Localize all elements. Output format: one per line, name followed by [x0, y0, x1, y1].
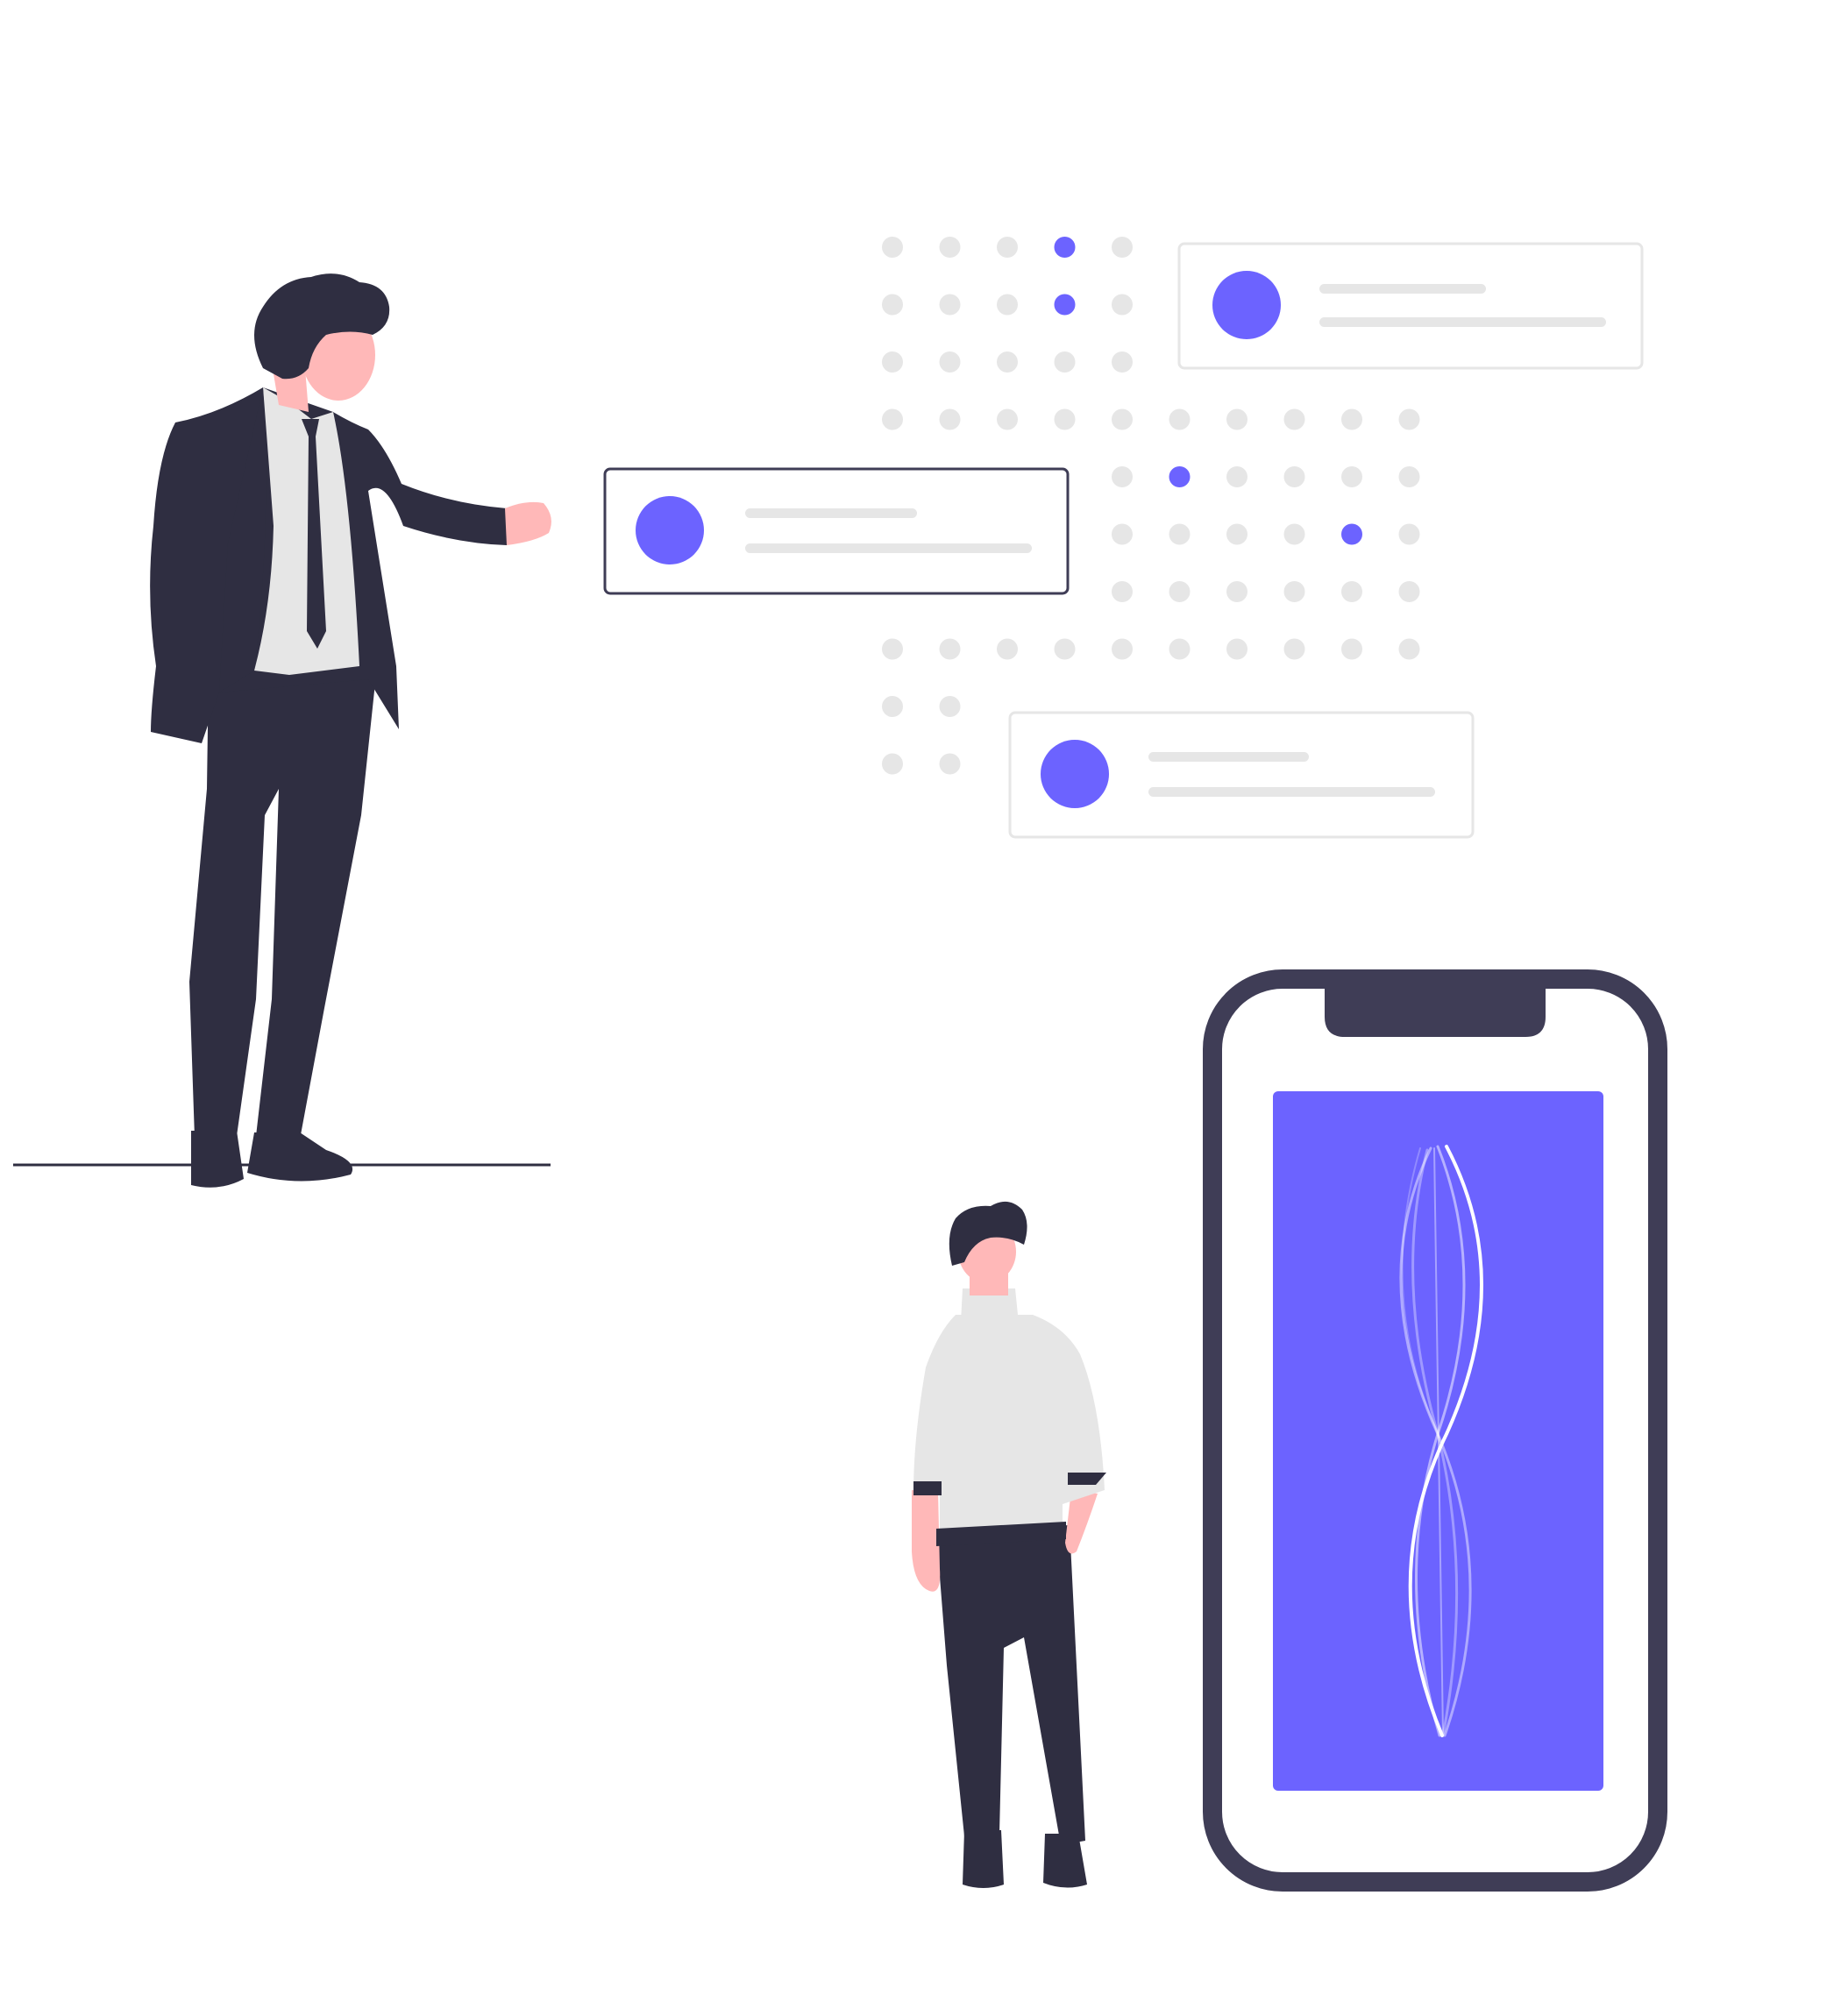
dot-accent: [1054, 294, 1076, 316]
dot: [939, 294, 961, 316]
smartphone-icon: [1203, 969, 1667, 1892]
man-cuff-left: [913, 1481, 942, 1495]
card-line-long: [1148, 787, 1435, 797]
dot-accent: [1169, 466, 1191, 487]
dot: [1283, 581, 1305, 602]
dot: [1054, 408, 1076, 430]
dot: [1112, 408, 1133, 430]
dot: [1398, 466, 1420, 487]
dot: [1112, 581, 1133, 602]
dot: [939, 638, 961, 660]
businessman-figure: [150, 273, 551, 1188]
dot: [1398, 408, 1420, 430]
dot: [882, 408, 903, 430]
dot: [882, 696, 903, 717]
card-avatar: [1041, 740, 1109, 808]
dot: [939, 237, 961, 258]
dot: [882, 351, 903, 373]
card-line-long: [745, 543, 1032, 553]
phone-notch: [1325, 989, 1546, 1037]
dot: [1226, 581, 1247, 602]
dot: [1226, 638, 1247, 660]
dot: [882, 753, 903, 775]
businessman-legs: [189, 666, 377, 1139]
card-line-short: [745, 508, 917, 518]
dot: [1283, 523, 1305, 545]
dot: [1112, 237, 1133, 258]
dot: [1398, 638, 1420, 660]
illustration: [13, 237, 1667, 1892]
card-top-right[interactable]: [1177, 242, 1644, 370]
dot: [939, 753, 961, 775]
dot: [1054, 351, 1076, 373]
dot: [1054, 638, 1076, 660]
dot: [1112, 466, 1133, 487]
dot: [1169, 408, 1191, 430]
dot: [1341, 638, 1362, 660]
dot: [997, 237, 1018, 258]
card-avatar: [1212, 271, 1281, 339]
card-line-short: [1319, 284, 1486, 294]
dot: [1283, 466, 1305, 487]
dot: [1112, 294, 1133, 316]
dot: [1226, 523, 1247, 545]
dot: [882, 638, 903, 660]
dot: [939, 696, 961, 717]
man-figure: [912, 1201, 1106, 1888]
dot: [939, 408, 961, 430]
dot: [1283, 408, 1305, 430]
dot-accent: [1341, 523, 1362, 545]
dot: [997, 638, 1018, 660]
dot: [882, 237, 903, 258]
man-shoe-right: [1043, 1834, 1087, 1888]
dot: [1341, 581, 1362, 602]
man-arm-left: [912, 1490, 941, 1592]
man-shoe-left: [963, 1830, 1004, 1888]
dot: [1112, 638, 1133, 660]
card-avatar: [636, 496, 704, 564]
dot: [997, 294, 1018, 316]
dot: [1226, 408, 1247, 430]
dot: [1283, 638, 1305, 660]
dot: [1112, 351, 1133, 373]
dot-accent: [1054, 237, 1076, 258]
dot: [1169, 523, 1191, 545]
dot: [1169, 581, 1191, 602]
dot: [997, 408, 1018, 430]
dot: [1398, 523, 1420, 545]
dot: [997, 351, 1018, 373]
man-legs: [936, 1525, 1085, 1845]
card-line-short: [1148, 752, 1309, 762]
dot: [1341, 466, 1362, 487]
businessman-shoe-left: [191, 1131, 244, 1188]
dot: [1341, 408, 1362, 430]
card-bottom[interactable]: [1008, 711, 1475, 839]
card-line-long: [1319, 317, 1606, 327]
dot: [882, 294, 903, 316]
businessman-hand: [505, 501, 551, 545]
dot: [939, 351, 961, 373]
card-middle[interactable]: [603, 467, 1070, 595]
dot: [1169, 638, 1191, 660]
dot: [1112, 523, 1133, 545]
dot: [1398, 581, 1420, 602]
businessman-shoe-right: [247, 1132, 353, 1182]
dot: [1226, 466, 1247, 487]
